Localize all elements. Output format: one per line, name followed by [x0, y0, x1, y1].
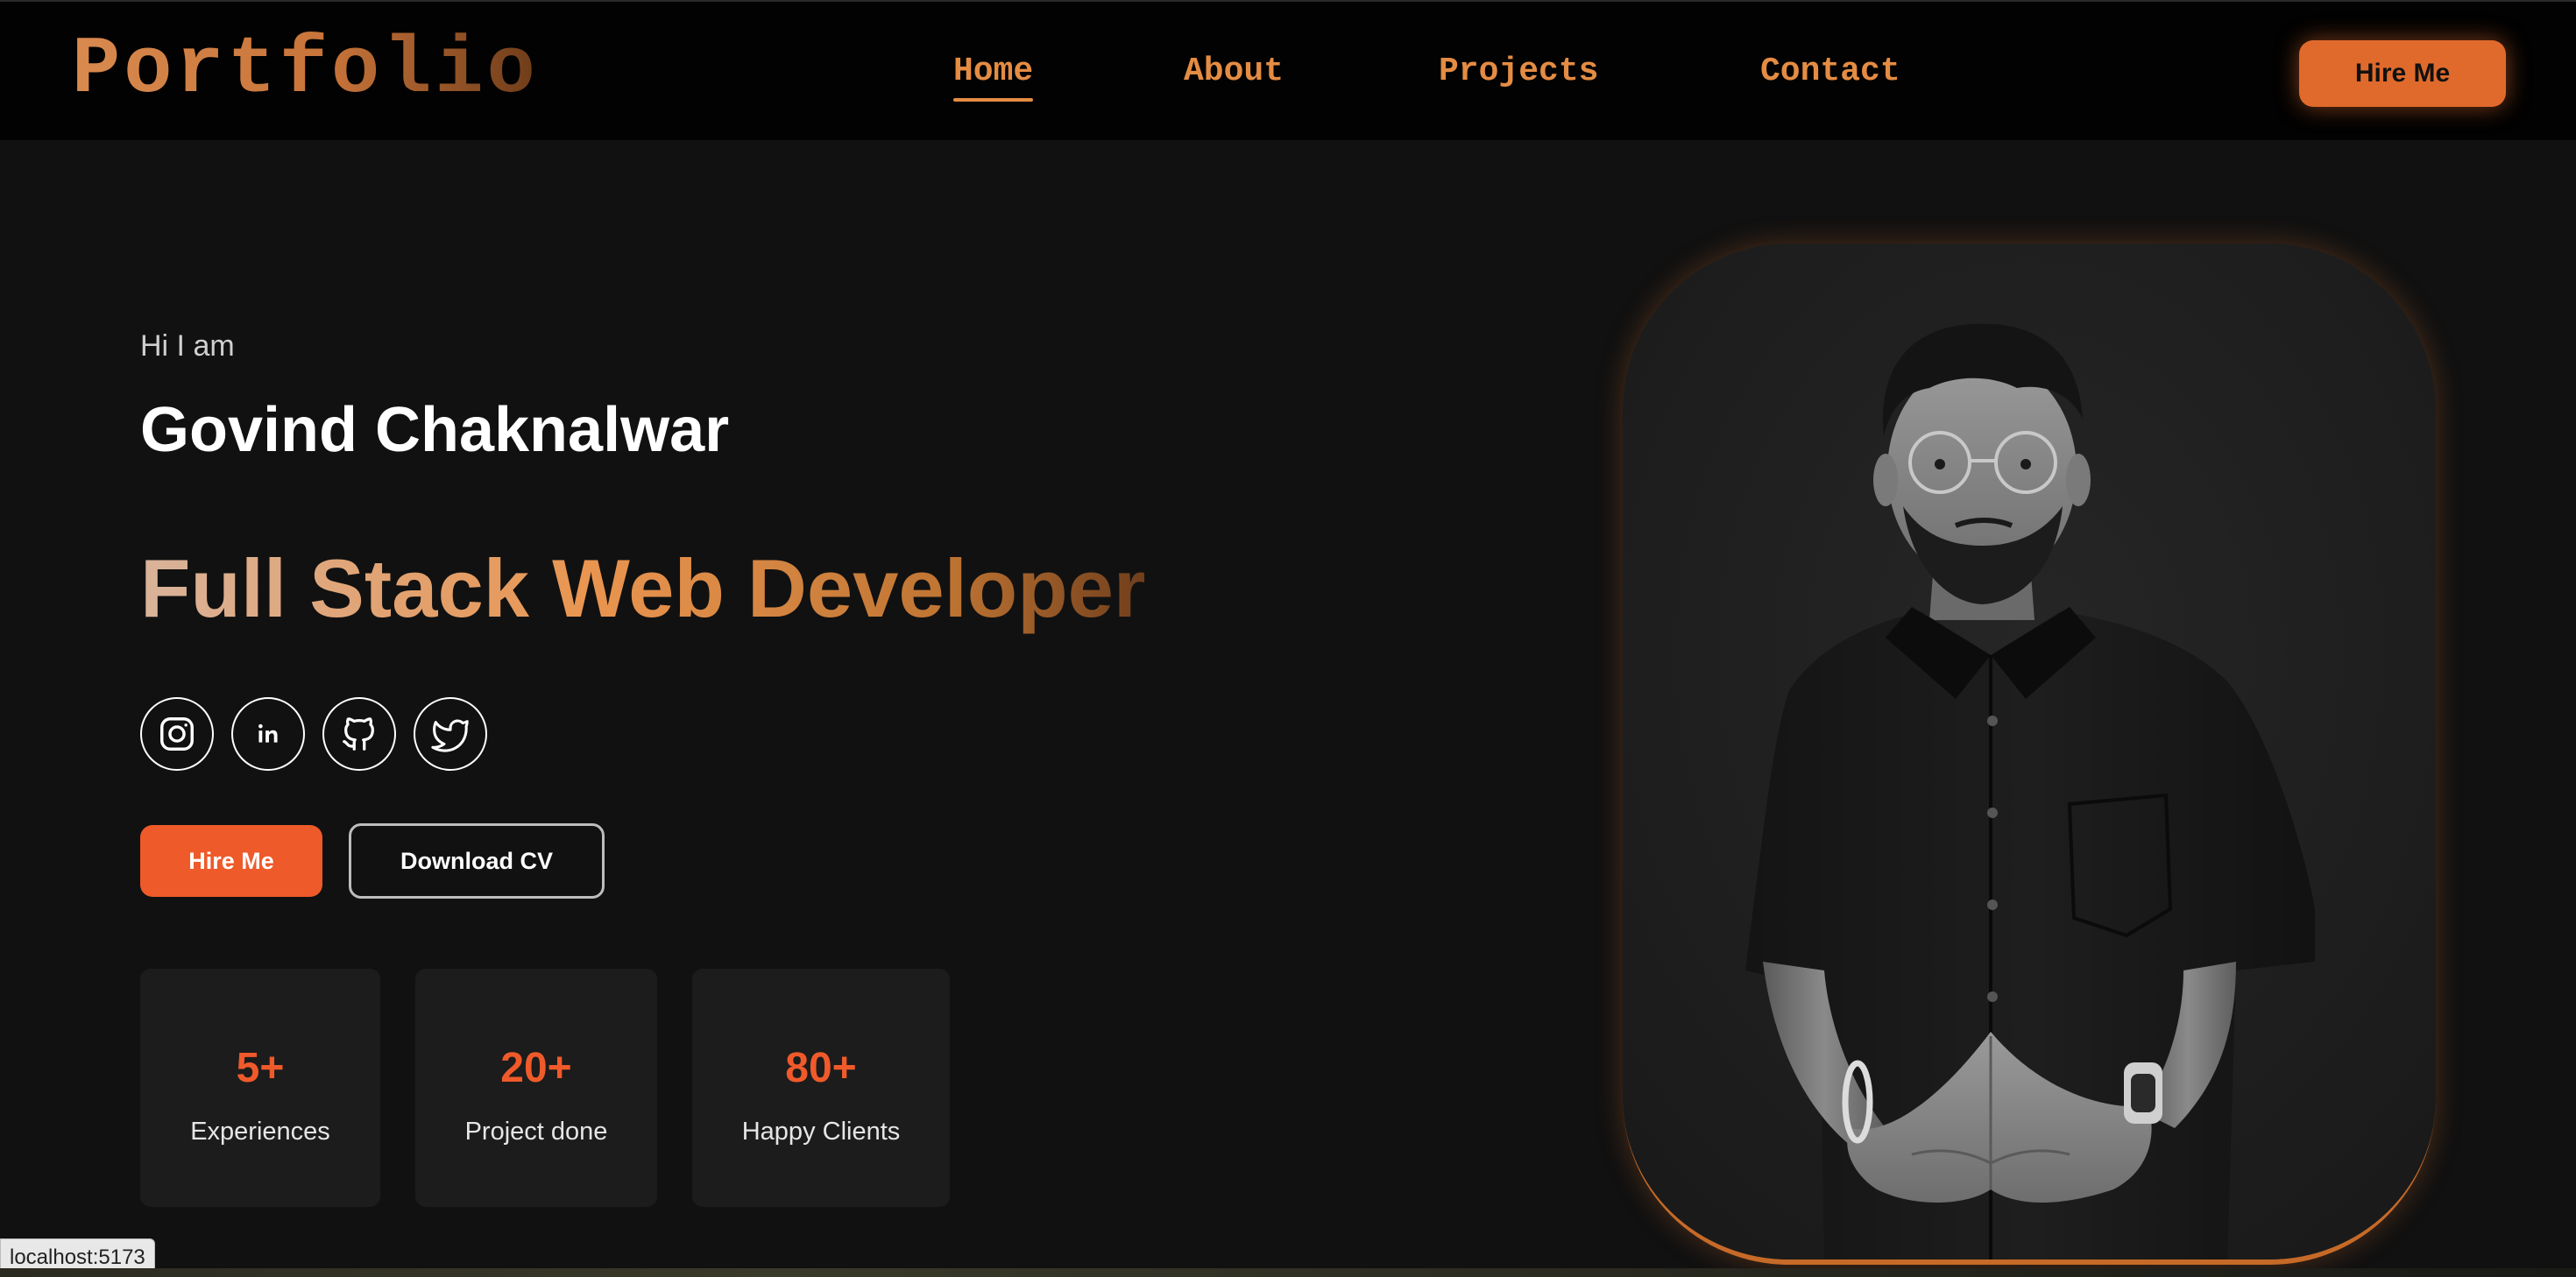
page-bottom-strip — [0, 1268, 2576, 1277]
stat-card-clients: 80+ Happy Clients — [692, 969, 950, 1207]
stat-value: 20+ — [500, 1045, 572, 1091]
profile-photo — [1623, 243, 2436, 1259]
profile-photo-frame — [1623, 243, 2436, 1265]
twitter-link[interactable] — [414, 697, 487, 771]
stat-value: 5+ — [236, 1045, 285, 1091]
twitter-icon — [431, 719, 469, 752]
download-cv-button[interactable]: Download CV — [349, 823, 605, 899]
hero-name: Govind Chaknalwar — [140, 395, 730, 465]
linkedin-icon — [258, 723, 278, 743]
logo[interactable]: Portfolio — [72, 26, 539, 114]
hire-me-button[interactable]: Hire Me — [140, 825, 322, 897]
github-icon — [343, 717, 374, 751]
navbar: Portfolio Home About Projects Contact Hi… — [0, 0, 2576, 140]
nav-link-projects[interactable]: Projects — [1439, 47, 1598, 96]
instagram-link[interactable] — [140, 697, 214, 771]
stat-value: 80+ — [785, 1045, 857, 1091]
hero-role: Full Stack Web Developer — [140, 542, 1146, 634]
stat-card-experiences: 5+ Experiences — [140, 969, 380, 1207]
instagram-icon — [160, 717, 194, 751]
stat-label: Happy Clients — [741, 1118, 901, 1146]
nav-link-contact[interactable]: Contact — [1760, 47, 1900, 96]
nav-hire-me-button[interactable]: Hire Me — [2299, 40, 2506, 107]
github-link[interactable] — [322, 697, 396, 771]
hero-greeting: Hi I am — [140, 329, 235, 363]
nav-link-home[interactable]: Home — [953, 47, 1034, 102]
stat-card-projects: 20+ Project done — [415, 969, 657, 1207]
stat-label: Project done — [464, 1118, 608, 1146]
linkedin-link[interactable] — [231, 697, 305, 771]
stat-label: Experiences — [190, 1118, 330, 1146]
nav-link-about[interactable]: About — [1184, 47, 1284, 96]
